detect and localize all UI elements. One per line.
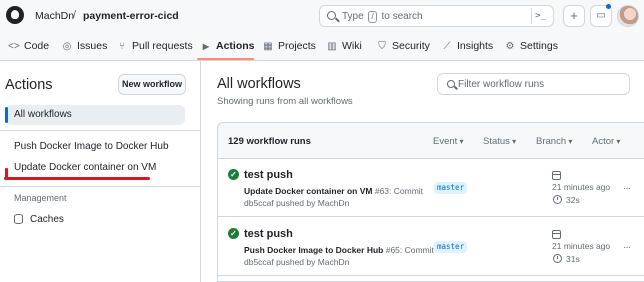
workflow-runs-list: 129 workflow runs Event Status Branch Ac… [217,122,644,282]
sidebar-item-caches[interactable]: Caches [30,214,64,225]
run-title-link[interactable]: test push [244,169,293,181]
divider [0,130,201,131]
table-row[interactable]: ✓ test push Update Docker container on V… [218,159,644,217]
stopwatch-icon [553,195,562,204]
calendar-icon [552,171,561,180]
create-new-button[interactable]: + [563,5,585,27]
repo-name-link[interactable]: payment-error-cicd [83,10,179,22]
sidebar-item-workflow[interactable]: Update Docker container on VM [14,162,156,173]
repo-owner-link[interactable]: MachDn [35,10,74,22]
branch-filter-dropdown[interactable]: Branch [536,136,572,147]
divider [0,186,201,187]
database-icon [14,214,23,224]
code-icon: <> [8,41,20,52]
new-workflow-button[interactable]: New workflow [118,74,186,95]
run-workflow-line: Update Docker container on VM #63: Commi… [244,186,424,196]
tab-issues[interactable]: ◎ Issues [61,40,108,58]
filter-placeholder: Filter workflow runs [458,79,545,90]
runs-list-header: 129 workflow runs Event Status Branch Ac… [218,123,644,159]
run-count: 129 workflow runs [228,136,311,147]
command-palette-icon[interactable]: >_ [531,8,549,24]
success-check-icon: ✓ [228,228,239,239]
filter-workflow-runs-input[interactable]: Filter workflow runs [437,73,630,95]
kebab-menu-icon[interactable]: ··· [623,242,631,253]
run-commit-line: db5ccaf pushed by MachDn [244,257,350,267]
search-placeholder: Type / to search [342,11,423,23]
pull-request-icon: ⑂ [119,41,125,52]
tab-projects[interactable]: ▦ Projects [262,40,316,58]
search-icon [327,11,336,20]
tab-pull-requests[interactable]: ⑂ Pull requests [116,40,193,58]
run-workflow-line: Push Docker Image to Docker Hub #65: Com… [244,245,434,255]
success-check-icon: ✓ [228,169,239,180]
tab-wiki[interactable]: ▥ Wiki [326,40,362,58]
run-commit-line: db5ccaf pushed by MachDn [244,198,350,208]
run-timestamp: 21 minutes ago [552,182,611,192]
tab-code[interactable]: <> Code [8,40,49,58]
page-title: All workflows [217,76,301,92]
shield-icon: ⛉ [378,41,386,52]
status-filter-dropdown[interactable]: Status [483,136,516,147]
global-search-input[interactable]: Type / to search >_ [319,5,554,27]
tab-actions[interactable]: ▶ Actions [200,40,255,58]
sidebar-item-workflow[interactable]: Push Docker Image to Docker Hub [14,141,169,152]
tab-insights[interactable]: ⟋ Insights [441,40,494,58]
breadcrumb-separator: / [73,9,77,21]
top-header: MachDn / payment-error-cicd Type / to se… [0,0,644,34]
slash-key-hint: / [368,11,377,23]
sidebar-item-all-workflows[interactable]: All workflows [5,105,185,125]
actor-filter-dropdown[interactable]: Actor [592,136,620,147]
table-row[interactable]: ✓ test push Push Docker Image to Docker … [218,218,644,276]
actions-sidebar: Actions New workflow All workflows Push … [0,61,201,282]
calendar-icon [552,230,561,239]
table-icon: ▦ [263,41,273,52]
run-title-link[interactable]: test push [244,228,293,240]
book-icon: ▥ [327,41,337,52]
management-heading: Management [14,193,67,203]
sidebar-title: Actions [5,77,53,93]
avatar[interactable] [617,5,639,27]
red-annotation-underline [4,177,150,180]
branch-badge[interactable]: master [434,182,468,194]
stopwatch-icon [553,254,562,263]
run-timestamp: 21 minutes ago [552,241,611,251]
issue-icon: ◎ [62,41,72,52]
kebab-menu-icon[interactable]: ··· [623,183,631,194]
graph-icon: ⟋ [443,41,451,52]
github-logo-icon[interactable] [6,6,24,24]
run-duration: 31s [566,254,580,264]
play-icon: ▶ [202,42,210,51]
run-duration: 32s [566,195,580,205]
active-tab-underline [197,58,254,60]
branch-badge[interactable]: master [434,241,468,253]
repo-nav: <> Code ◎ Issues ⑂ Pull requests ▶ Actions ▦… [0,34,644,61]
event-filter-dropdown[interactable]: Event [433,136,464,147]
search-icon [447,80,455,88]
notification-dot [606,4,611,9]
tab-security[interactable]: ⛉ Security [376,40,430,58]
page-subtitle: Showing runs from all workflows [217,96,353,107]
tab-settings[interactable]: ⚙ Settings [504,40,558,58]
gear-icon: ⚙ [505,41,515,52]
